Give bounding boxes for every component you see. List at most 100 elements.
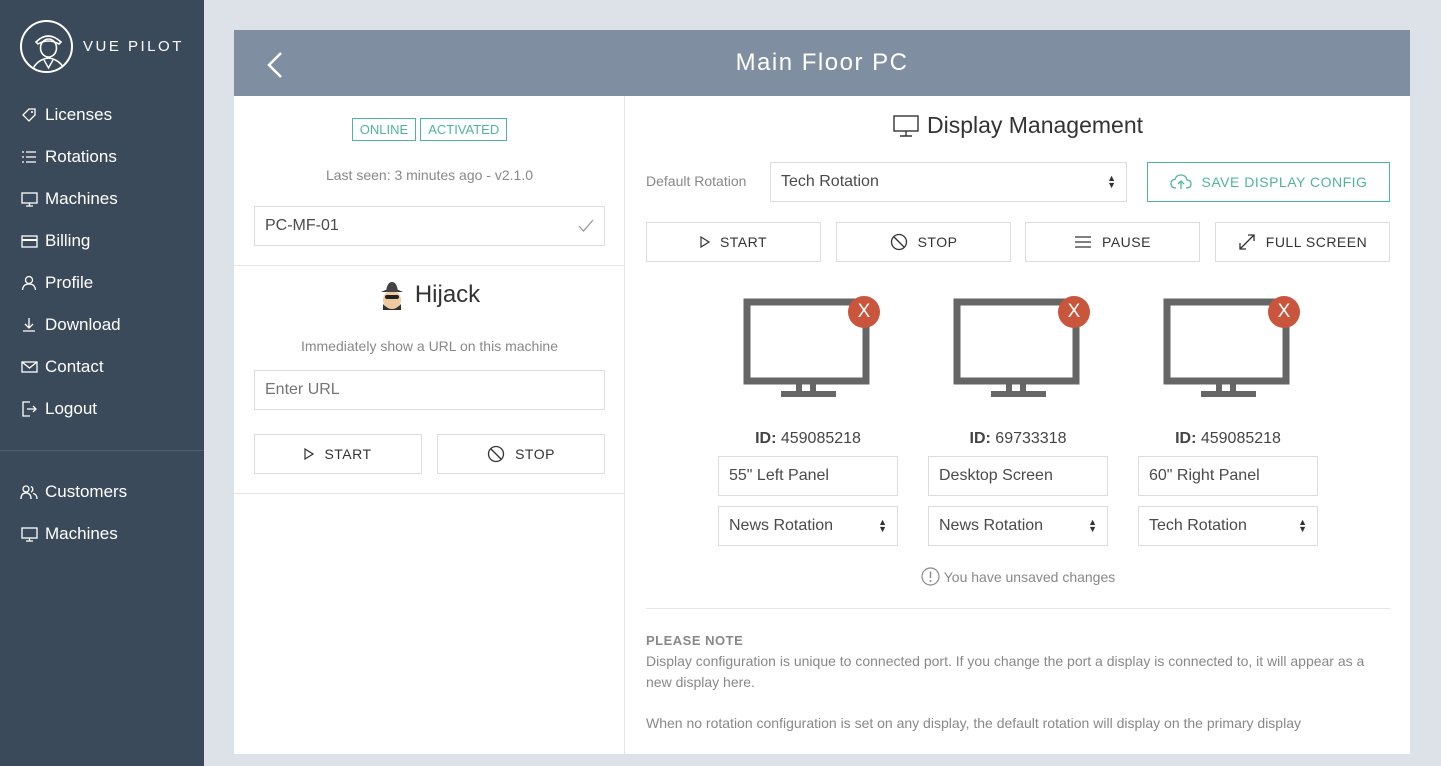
list-icon xyxy=(20,148,38,166)
display-id: ID: 459085218 xyxy=(718,430,898,448)
monitor-graphic: X xyxy=(1163,296,1300,406)
machine-id-field[interactable]: PC-MF-01 xyxy=(254,206,605,246)
alert-circle-icon xyxy=(921,567,940,586)
display-pause-label: PAUSE xyxy=(1102,234,1151,250)
display-id-value: 459085218 xyxy=(780,430,861,447)
sidebar-item-download[interactable]: Download xyxy=(0,304,204,346)
sidebar-item-customers[interactable]: Customers xyxy=(0,471,204,513)
display-id-value: 459085218 xyxy=(1200,430,1281,447)
sidebar-item-rotations[interactable]: Rotations xyxy=(0,136,204,178)
download-icon xyxy=(20,316,38,334)
logout-icon xyxy=(20,400,38,418)
logo[interactable]: VUE PILOT xyxy=(20,20,184,73)
pilot-logo-icon xyxy=(20,20,73,73)
hijack-heading: Hijack xyxy=(234,280,625,310)
display-stop-label: STOP xyxy=(917,234,958,250)
hijack-description: Immediately show a URL on this machine xyxy=(300,338,559,354)
display-start-label: START xyxy=(719,234,768,250)
select-arrows-icon: ▲ ▼ xyxy=(1088,517,1097,534)
machine-card: Main Floor PC ONLINE ACTIVATED Last seen… xyxy=(234,30,1410,754)
select-arrows-icon: ▲ ▼ xyxy=(1107,173,1116,190)
display-start-button[interactable]: START xyxy=(646,222,821,262)
unsaved-changes-notice: You have unsaved changes xyxy=(626,567,1410,586)
display-fullscreen-button[interactable]: FULL SCREEN xyxy=(1215,222,1390,262)
monitor-icon xyxy=(20,525,38,543)
hijack-start-label: START xyxy=(324,446,372,462)
select-arrows-icon: ▲ ▼ xyxy=(878,517,887,534)
menu-icon xyxy=(1075,236,1092,248)
divider xyxy=(234,265,625,266)
last-seen-text: Last seen: 3 minutes ago - v2.1.0 xyxy=(325,167,533,183)
note-title: PLEASE NOTE xyxy=(646,633,744,648)
display-id-prefix: ID: xyxy=(755,430,777,447)
display-id-value: 69733318 xyxy=(995,430,1067,447)
sidebar-nav: Licenses Rotations Machines Billing Prof… xyxy=(0,94,204,430)
sidebar-item-label: Customers xyxy=(45,482,128,501)
credit-card-icon xyxy=(20,232,38,250)
sidebar-divider xyxy=(0,450,204,451)
status-badge-online: ONLINE xyxy=(351,118,417,141)
default-rotation-label: Default Rotation xyxy=(646,173,747,189)
brand-name: VUE PILOT xyxy=(83,38,184,55)
url-input[interactable] xyxy=(254,370,605,410)
sidebar-item-label: Download xyxy=(45,315,121,334)
sidebar-item-billing[interactable]: Billing xyxy=(0,220,204,262)
note-text: Display configuration is unique to conne… xyxy=(646,653,1365,690)
display-management-panel: Display Management Default Rotation Tech… xyxy=(626,96,1410,754)
status-badges: ONLINE ACTIVATED xyxy=(234,118,625,141)
save-display-config-label: SAVE DISPLAY CONFIG xyxy=(1201,174,1368,190)
display-card: X ID: 69733318 Desktop Screen News Rotat… xyxy=(928,296,1108,546)
hijack-title: Hijack xyxy=(414,281,481,308)
display-rotation-value: Tech Rotation xyxy=(1149,517,1247,534)
hijack-stop-button[interactable]: STOP xyxy=(437,434,605,474)
play-icon xyxy=(304,448,315,460)
display-id-prefix: ID: xyxy=(969,430,991,447)
remove-display-button[interactable]: X xyxy=(848,296,880,328)
display-id: ID: 459085218 xyxy=(1138,430,1318,448)
display-management-title: Display Management xyxy=(926,112,1144,138)
tag-icon xyxy=(20,106,38,124)
mail-icon xyxy=(20,358,38,376)
cloud-upload-icon xyxy=(1169,174,1192,189)
users-icon xyxy=(20,483,38,501)
sidebar-item-machines[interactable]: Machines xyxy=(0,178,204,220)
note-text-default-rotation: When no rotation configuration is set on… xyxy=(646,715,1301,731)
remove-display-button[interactable]: X xyxy=(1268,296,1300,328)
sidebar-item-label: Machines xyxy=(45,189,118,208)
display-stop-button[interactable]: STOP xyxy=(836,222,1011,262)
hijack-stop-label: STOP xyxy=(515,446,555,462)
default-rotation-select[interactable]: Tech Rotation ▲ ▼ xyxy=(770,162,1127,202)
display-pause-button[interactable]: PAUSE xyxy=(1025,222,1200,262)
remove-display-button[interactable]: X xyxy=(1058,296,1090,328)
display-rotation-select[interactable]: News Rotation ▲ ▼ xyxy=(928,506,1108,546)
ban-icon xyxy=(890,233,907,251)
back-button[interactable] xyxy=(264,50,288,80)
default-rotation-value: Tech Rotation xyxy=(781,173,879,190)
display-id-prefix: ID: xyxy=(1175,430,1197,447)
hijack-start-button[interactable]: START xyxy=(254,434,422,474)
sidebar-item-label: Contact xyxy=(45,357,104,376)
sidebar-item-label: Licenses xyxy=(45,105,113,124)
monitor-graphic: X xyxy=(743,296,880,406)
display-name-input[interactable]: 60" Right Panel xyxy=(1138,456,1318,496)
sidebar-item-profile[interactable]: Profile xyxy=(0,262,204,304)
display-rotation-select[interactable]: Tech Rotation ▲ ▼ xyxy=(1138,506,1318,546)
display-fullscreen-label: FULL SCREEN xyxy=(1265,234,1368,250)
status-badge-activated: ACTIVATED xyxy=(420,118,508,141)
display-rotation-select[interactable]: News Rotation ▲ ▼ xyxy=(718,506,898,546)
machine-info-panel: ONLINE ACTIVATED Last seen: 3 minutes ag… xyxy=(234,96,625,754)
machine-id-value: PC-MF-01 xyxy=(265,217,339,234)
sidebar-item-logout[interactable]: Logout xyxy=(0,388,204,430)
sidebar-item-contact[interactable]: Contact xyxy=(0,346,204,388)
expand-icon xyxy=(1239,234,1255,250)
sidebar-item-admin-machines[interactable]: Machines xyxy=(0,513,204,555)
spy-icon xyxy=(379,280,405,310)
save-display-config-button[interactable]: SAVE DISPLAY CONFIG xyxy=(1147,162,1390,202)
display-card: X ID: 459085218 55" Left Panel News Rota… xyxy=(718,296,898,546)
display-rotation-value: News Rotation xyxy=(939,517,1044,534)
sidebar: VUE PILOT Licenses Rotations Machines Bi… xyxy=(0,0,204,766)
display-rotation-value: News Rotation xyxy=(729,517,834,534)
display-name-input[interactable]: Desktop Screen xyxy=(928,456,1108,496)
sidebar-item-licenses[interactable]: Licenses xyxy=(0,94,204,136)
display-name-input[interactable]: 55" Left Panel xyxy=(718,456,898,496)
